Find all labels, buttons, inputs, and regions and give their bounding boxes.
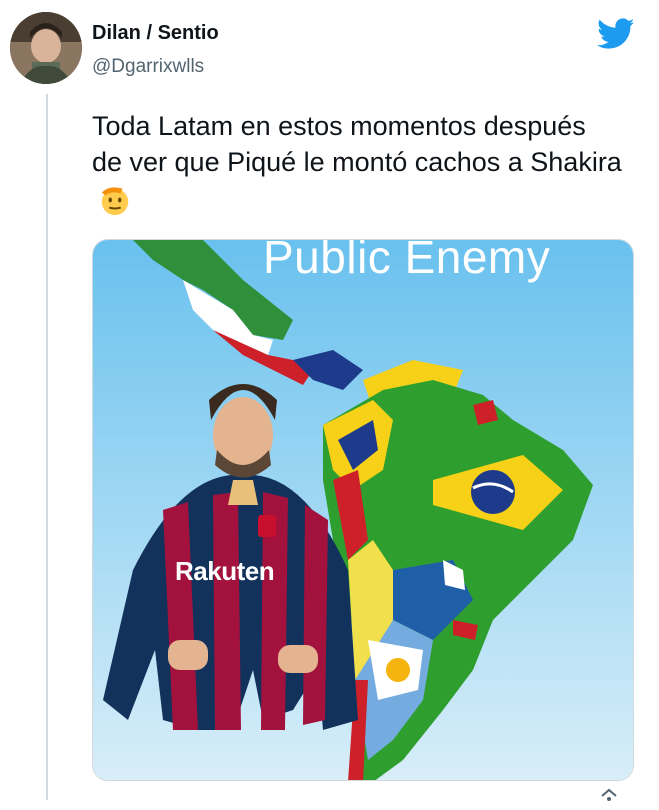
- saluting-face-icon: [101, 187, 129, 215]
- share-icon[interactable]: [598, 788, 620, 810]
- display-name[interactable]: Dilan / Sentio: [92, 22, 219, 45]
- avatar-image: [10, 12, 82, 84]
- meme-title: Public Enemy: [263, 239, 551, 283]
- thread-line: [46, 94, 48, 800]
- twitter-bird-icon[interactable]: [597, 18, 635, 50]
- avatar[interactable]: [10, 12, 82, 84]
- tweet-body: Toda Latam en estos momentos después de …: [92, 111, 622, 177]
- tweet-text: Toda Latam en estos momentos después de …: [92, 108, 622, 217]
- user-handle[interactable]: @Dgarrixwlls: [92, 56, 204, 78]
- jersey-sponsor: Rakuten: [175, 556, 275, 586]
- meme-image: [93, 240, 633, 780]
- tweet-media[interactable]: Public Enemy Rakuten: [92, 239, 634, 781]
